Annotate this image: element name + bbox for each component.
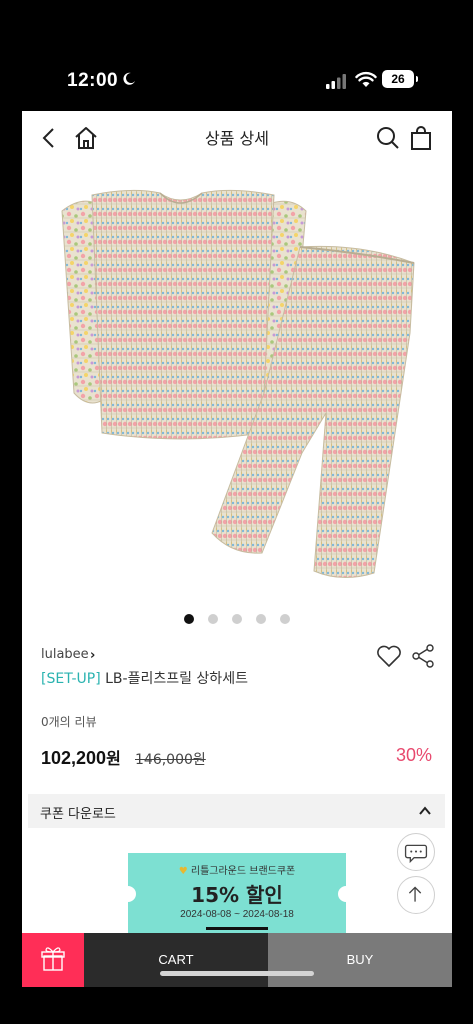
brand-link[interactable]: lulabee [41, 647, 89, 662]
ticket-dates: 2024-08-08 ~ 2024-08-18 [180, 909, 294, 920]
buy-button[interactable]: BUY [268, 933, 452, 987]
chevron-right-icon[interactable]: › [90, 648, 95, 663]
original-price: 146,000원 [135, 752, 206, 768]
bottom-action-bar: CART BUY [22, 933, 452, 987]
product-title: LB-플리츠프릴 상하세트 [105, 671, 248, 687]
carousel-dot[interactable] [256, 614, 266, 624]
discount-rate: 30% [395, 745, 432, 765]
chevron-up-icon[interactable] [417, 803, 433, 819]
signal-icon [326, 74, 346, 89]
coupon-download-title: 쿠폰 다운로드 [40, 807, 116, 822]
share-icon[interactable] [411, 643, 435, 669]
status-time: 12:00 [67, 70, 119, 91]
chat-icon [404, 844, 428, 864]
gift-button[interactable] [22, 933, 84, 987]
gift-icon [41, 947, 65, 971]
home-indicator[interactable] [160, 971, 314, 976]
heart-icon[interactable] [375, 643, 403, 669]
carousel-dot[interactable] [208, 614, 218, 624]
wifi-icon [355, 71, 377, 87]
ticket-subtitle: ♥ 리틀그라운드 브랜드쿠폰 [128, 862, 346, 877]
ticket-discount: 15% 할인 [191, 883, 283, 907]
search-icon[interactable] [375, 125, 401, 151]
coupon-ticket[interactable]: ♥ 리틀그라운드 브랜드쿠폰 15% 할인 2024-08-08 ~ 2024-… [128, 853, 346, 935]
review-count[interactable]: 0개의 리뷰 [41, 713, 97, 730]
sale-price: 102,200원 [41, 745, 121, 769]
moon-icon [123, 72, 135, 85]
top-navigation: 상품 상세 [22, 111, 452, 163]
status-bar: 12:00 26 [0, 0, 473, 110]
product-image[interactable] [52, 183, 424, 583]
product-name: [SET-UP] LB-플리츠프릴 상하세트 [41, 668, 248, 688]
coupon-download-bar[interactable]: 쿠폰 다운로드 [28, 794, 445, 828]
arrow-up-icon [408, 886, 422, 902]
cart-button[interactable]: CART [84, 933, 268, 987]
sale-price-unit: 원 [106, 749, 121, 768]
sale-price-number: 102,200 [41, 748, 107, 768]
shopping-bag-icon[interactable] [408, 125, 434, 151]
scroll-top-button[interactable] [397, 876, 435, 914]
carousel-dot[interactable] [184, 614, 194, 624]
app-screen: 상품 상세 lulabee › [SET-UP] LB-플리츠프릴 상하세트 0… [22, 111, 452, 987]
ticket-subtitle-text: 리틀그라운드 브랜드쿠폰 [190, 866, 296, 877]
carousel-dot[interactable] [280, 614, 290, 624]
chat-button[interactable] [397, 833, 435, 871]
image-carousel-dots [22, 609, 452, 624]
battery-indicator: 26 [382, 70, 418, 88]
product-tag: [SET-UP] [41, 671, 101, 687]
active-indicator [206, 927, 268, 930]
carousel-dot[interactable] [232, 614, 242, 624]
heart-badge-icon: ♥ [178, 866, 188, 877]
